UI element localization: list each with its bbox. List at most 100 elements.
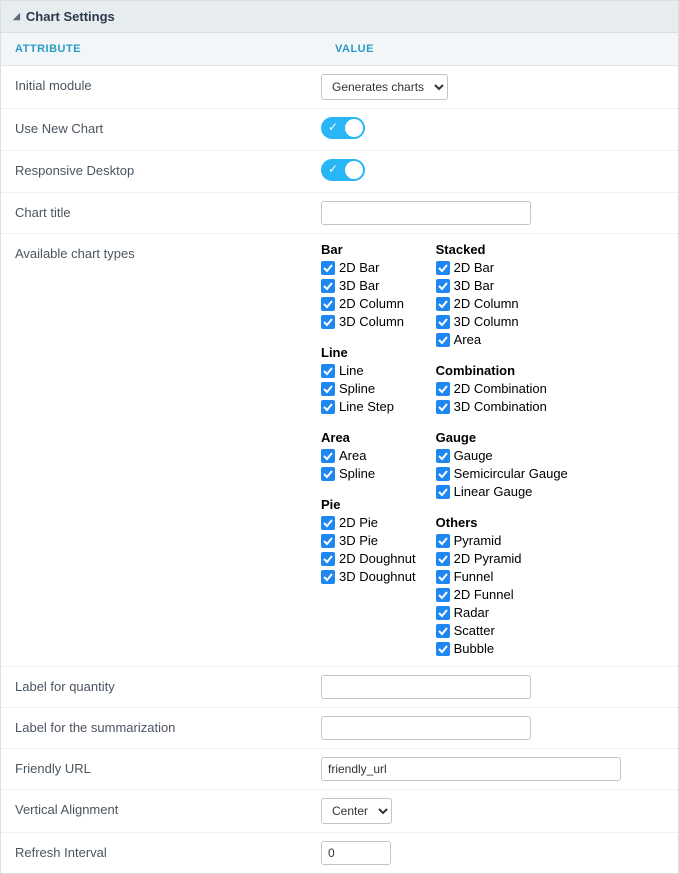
row-friendly-url: Friendly URL (1, 749, 678, 790)
column-headers: ATTRIBUTE VALUE (1, 33, 678, 66)
checkbox-icon (321, 516, 335, 530)
chart-type-option[interactable]: Line Step (321, 398, 416, 416)
chart-type-option-label: Spline (339, 465, 375, 483)
chart-type-option[interactable]: Spline (321, 380, 416, 398)
chart-type-option-label: Linear Gauge (454, 483, 533, 501)
chart-type-group-title: Pie (321, 497, 416, 512)
initial-module-select[interactable]: Generates charts (321, 74, 448, 100)
chart-type-option[interactable]: 3D Bar (321, 277, 416, 295)
chart-type-option-label: Radar (454, 604, 489, 622)
checkbox-icon (321, 552, 335, 566)
responsive-desktop-toggle[interactable]: ✓ (321, 159, 365, 181)
chart-type-option-label: 2D Bar (454, 259, 494, 277)
use-new-chart-toggle[interactable]: ✓ (321, 117, 365, 139)
label-chart-title: Chart title (1, 201, 321, 224)
row-chart-title: Chart title (1, 193, 678, 234)
chart-type-option-label: 2D Funnel (454, 586, 514, 604)
chart-type-option[interactable]: 2D Bar (321, 259, 416, 277)
chart-type-option[interactable]: Spline (321, 465, 416, 483)
label-quantity: Label for quantity (1, 675, 321, 698)
checkbox-icon (436, 449, 450, 463)
friendly-url-input[interactable] (321, 757, 621, 781)
check-icon: ✓ (328, 120, 338, 134)
chart-type-group-title: Combination (436, 363, 568, 378)
checkbox-icon (436, 315, 450, 329)
chart-type-option-label: 2D Doughnut (339, 550, 416, 568)
checkbox-icon (321, 467, 335, 481)
chart-type-option-label: 2D Combination (454, 380, 547, 398)
checkbox-icon (436, 588, 450, 602)
checkbox-icon (436, 297, 450, 311)
chart-type-option[interactable]: Bubble (436, 640, 568, 658)
row-responsive-desktop: Responsive Desktop ✓ (1, 151, 678, 193)
chart-type-option-label: 2D Bar (339, 259, 379, 277)
chart-title-input[interactable] (321, 201, 531, 225)
chart-type-option-label: Semicircular Gauge (454, 465, 568, 483)
chart-type-option[interactable]: Linear Gauge (436, 483, 568, 501)
panel-title: Chart Settings (26, 9, 115, 24)
chart-type-option-label: Gauge (454, 447, 493, 465)
checkbox-icon (321, 382, 335, 396)
chart-type-option[interactable]: Scatter (436, 622, 568, 640)
checkbox-icon (436, 570, 450, 584)
chart-type-option[interactable]: 2D Column (321, 295, 416, 313)
chart-type-option[interactable]: Gauge (436, 447, 568, 465)
checkbox-icon (436, 642, 450, 656)
chart-type-option-label: Bubble (454, 640, 494, 658)
chart-type-option-label: 2D Pie (339, 514, 378, 532)
checkbox-icon (436, 279, 450, 293)
label-summarization-input[interactable] (321, 716, 531, 740)
vertical-alignment-select[interactable]: Center (321, 798, 392, 824)
chart-type-option-label: Spline (339, 380, 375, 398)
chart-type-option[interactable]: Funnel (436, 568, 568, 586)
checkbox-icon (321, 315, 335, 329)
collapse-icon: ◢ (13, 11, 20, 22)
chart-type-option[interactable]: Area (321, 447, 416, 465)
checkbox-icon (321, 364, 335, 378)
chart-type-option-label: Pyramid (454, 532, 502, 550)
chart-type-option[interactable]: 3D Combination (436, 398, 568, 416)
label-refresh-interval: Refresh Interval (1, 841, 321, 864)
chart-type-option[interactable]: 3D Column (321, 313, 416, 331)
label-vertical-alignment: Vertical Alignment (1, 798, 321, 821)
chart-type-option-label: 3D Column (454, 313, 519, 331)
refresh-interval-input[interactable] (321, 841, 391, 865)
chart-type-option[interactable]: 2D Bar (436, 259, 568, 277)
chart-type-groups: Bar2D Bar3D Bar2D Column3D ColumnLineLin… (321, 242, 664, 658)
chart-type-option[interactable]: 3D Pie (321, 532, 416, 550)
chart-type-option[interactable]: 3D Doughnut (321, 568, 416, 586)
checkbox-icon (436, 606, 450, 620)
row-label-quantity: Label for quantity (1, 667, 678, 708)
chart-type-option[interactable]: 2D Doughnut (321, 550, 416, 568)
chart-type-option[interactable]: 2D Column (436, 295, 568, 313)
column-header-attribute: ATTRIBUTE (1, 33, 321, 65)
row-refresh-interval: Refresh Interval (1, 833, 678, 873)
chart-type-group-title: Area (321, 430, 416, 445)
chart-type-option[interactable]: 3D Bar (436, 277, 568, 295)
chart-type-option-label: Area (454, 331, 481, 349)
row-label-summarization: Label for the summarization (1, 708, 678, 749)
chart-type-option[interactable]: 2D Pie (321, 514, 416, 532)
checkbox-icon (436, 382, 450, 396)
chart-type-group-title: Stacked (436, 242, 568, 257)
chart-type-group-title: Gauge (436, 430, 568, 445)
checkbox-icon (436, 624, 450, 638)
chart-type-option[interactable]: 3D Column (436, 313, 568, 331)
chart-type-option[interactable]: 2D Pyramid (436, 550, 568, 568)
panel-header[interactable]: ◢ Chart Settings (1, 1, 678, 33)
checkbox-icon (436, 467, 450, 481)
chart-type-option[interactable]: Pyramid (436, 532, 568, 550)
chart-type-option[interactable]: 2D Funnel (436, 586, 568, 604)
chart-type-option-label: 3D Bar (339, 277, 379, 295)
chart-type-option[interactable]: Semicircular Gauge (436, 465, 568, 483)
chart-type-option[interactable]: Area (436, 331, 568, 349)
chart-type-option-label: Scatter (454, 622, 495, 640)
chart-type-option[interactable]: Radar (436, 604, 568, 622)
label-initial-module: Initial module (1, 74, 321, 97)
chart-type-option[interactable]: 2D Combination (436, 380, 568, 398)
chart-type-option-label: 3D Pie (339, 532, 378, 550)
chart-type-group-title: Others (436, 515, 568, 530)
checkbox-icon (321, 570, 335, 584)
label-quantity-input[interactable] (321, 675, 531, 699)
chart-type-option[interactable]: Line (321, 362, 416, 380)
